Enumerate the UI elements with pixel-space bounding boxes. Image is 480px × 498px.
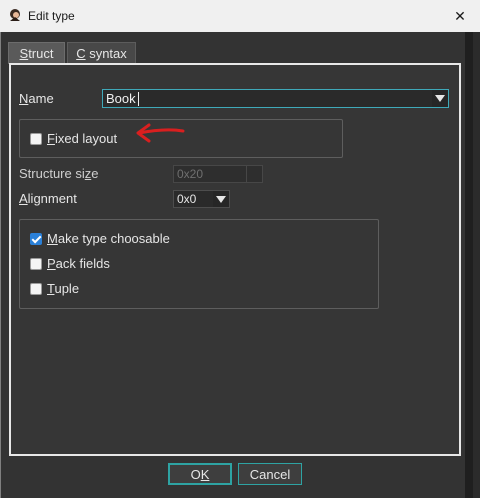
name-combobox[interactable]: Book	[102, 89, 449, 108]
cancel-button[interactable]: Cancel	[238, 463, 302, 485]
text-caret	[138, 92, 139, 106]
alignment-dropdown-button[interactable]	[213, 191, 229, 207]
close-icon: ✕	[454, 7, 466, 24]
make-type-choosable-label[interactable]: Make type choosable	[47, 231, 170, 246]
structure-size-spinbox[interactable]: 0x20	[173, 165, 263, 183]
fixed-layout-checkbox[interactable]	[30, 133, 42, 145]
alignment-value: 0x0	[177, 192, 197, 206]
structure-size-label: Structure size	[19, 166, 99, 181]
tab-c-syntax[interactable]: C syntax	[67, 42, 136, 64]
tab-struct[interactable]: Struct	[8, 42, 65, 64]
structure-size-value: 0x20	[177, 167, 204, 181]
tuple-checkbox[interactable]	[30, 283, 42, 295]
window-border-outer	[473, 32, 480, 498]
title-bar: Edit type ✕	[0, 0, 480, 32]
spinbox-separator	[246, 166, 247, 182]
tuple-label[interactable]: Tuple	[47, 281, 79, 296]
name-label: Name	[19, 91, 54, 106]
ok-button[interactable]: OK	[168, 463, 232, 485]
name-dropdown-button[interactable]	[432, 90, 448, 107]
pack-fields-checkbox[interactable]	[30, 258, 42, 270]
chevron-down-icon	[216, 195, 226, 203]
make-type-choosable-checkbox[interactable]	[30, 233, 42, 245]
window-border-left	[0, 32, 1, 498]
fixed-layout-label[interactable]: Fixed layout	[47, 131, 117, 146]
window-title: Edit type	[28, 9, 75, 23]
chevron-down-icon	[435, 95, 445, 102]
window-border-right	[465, 32, 473, 498]
alignment-label: Alignment	[19, 191, 77, 206]
app-icon	[10, 9, 20, 21]
name-value: Book	[106, 91, 136, 106]
alignment-combobox[interactable]: 0x0	[173, 190, 230, 208]
close-button[interactable]: ✕	[448, 4, 472, 28]
annotation-arrow-icon	[136, 123, 185, 143]
pack-fields-label[interactable]: Pack fields	[47, 256, 110, 271]
